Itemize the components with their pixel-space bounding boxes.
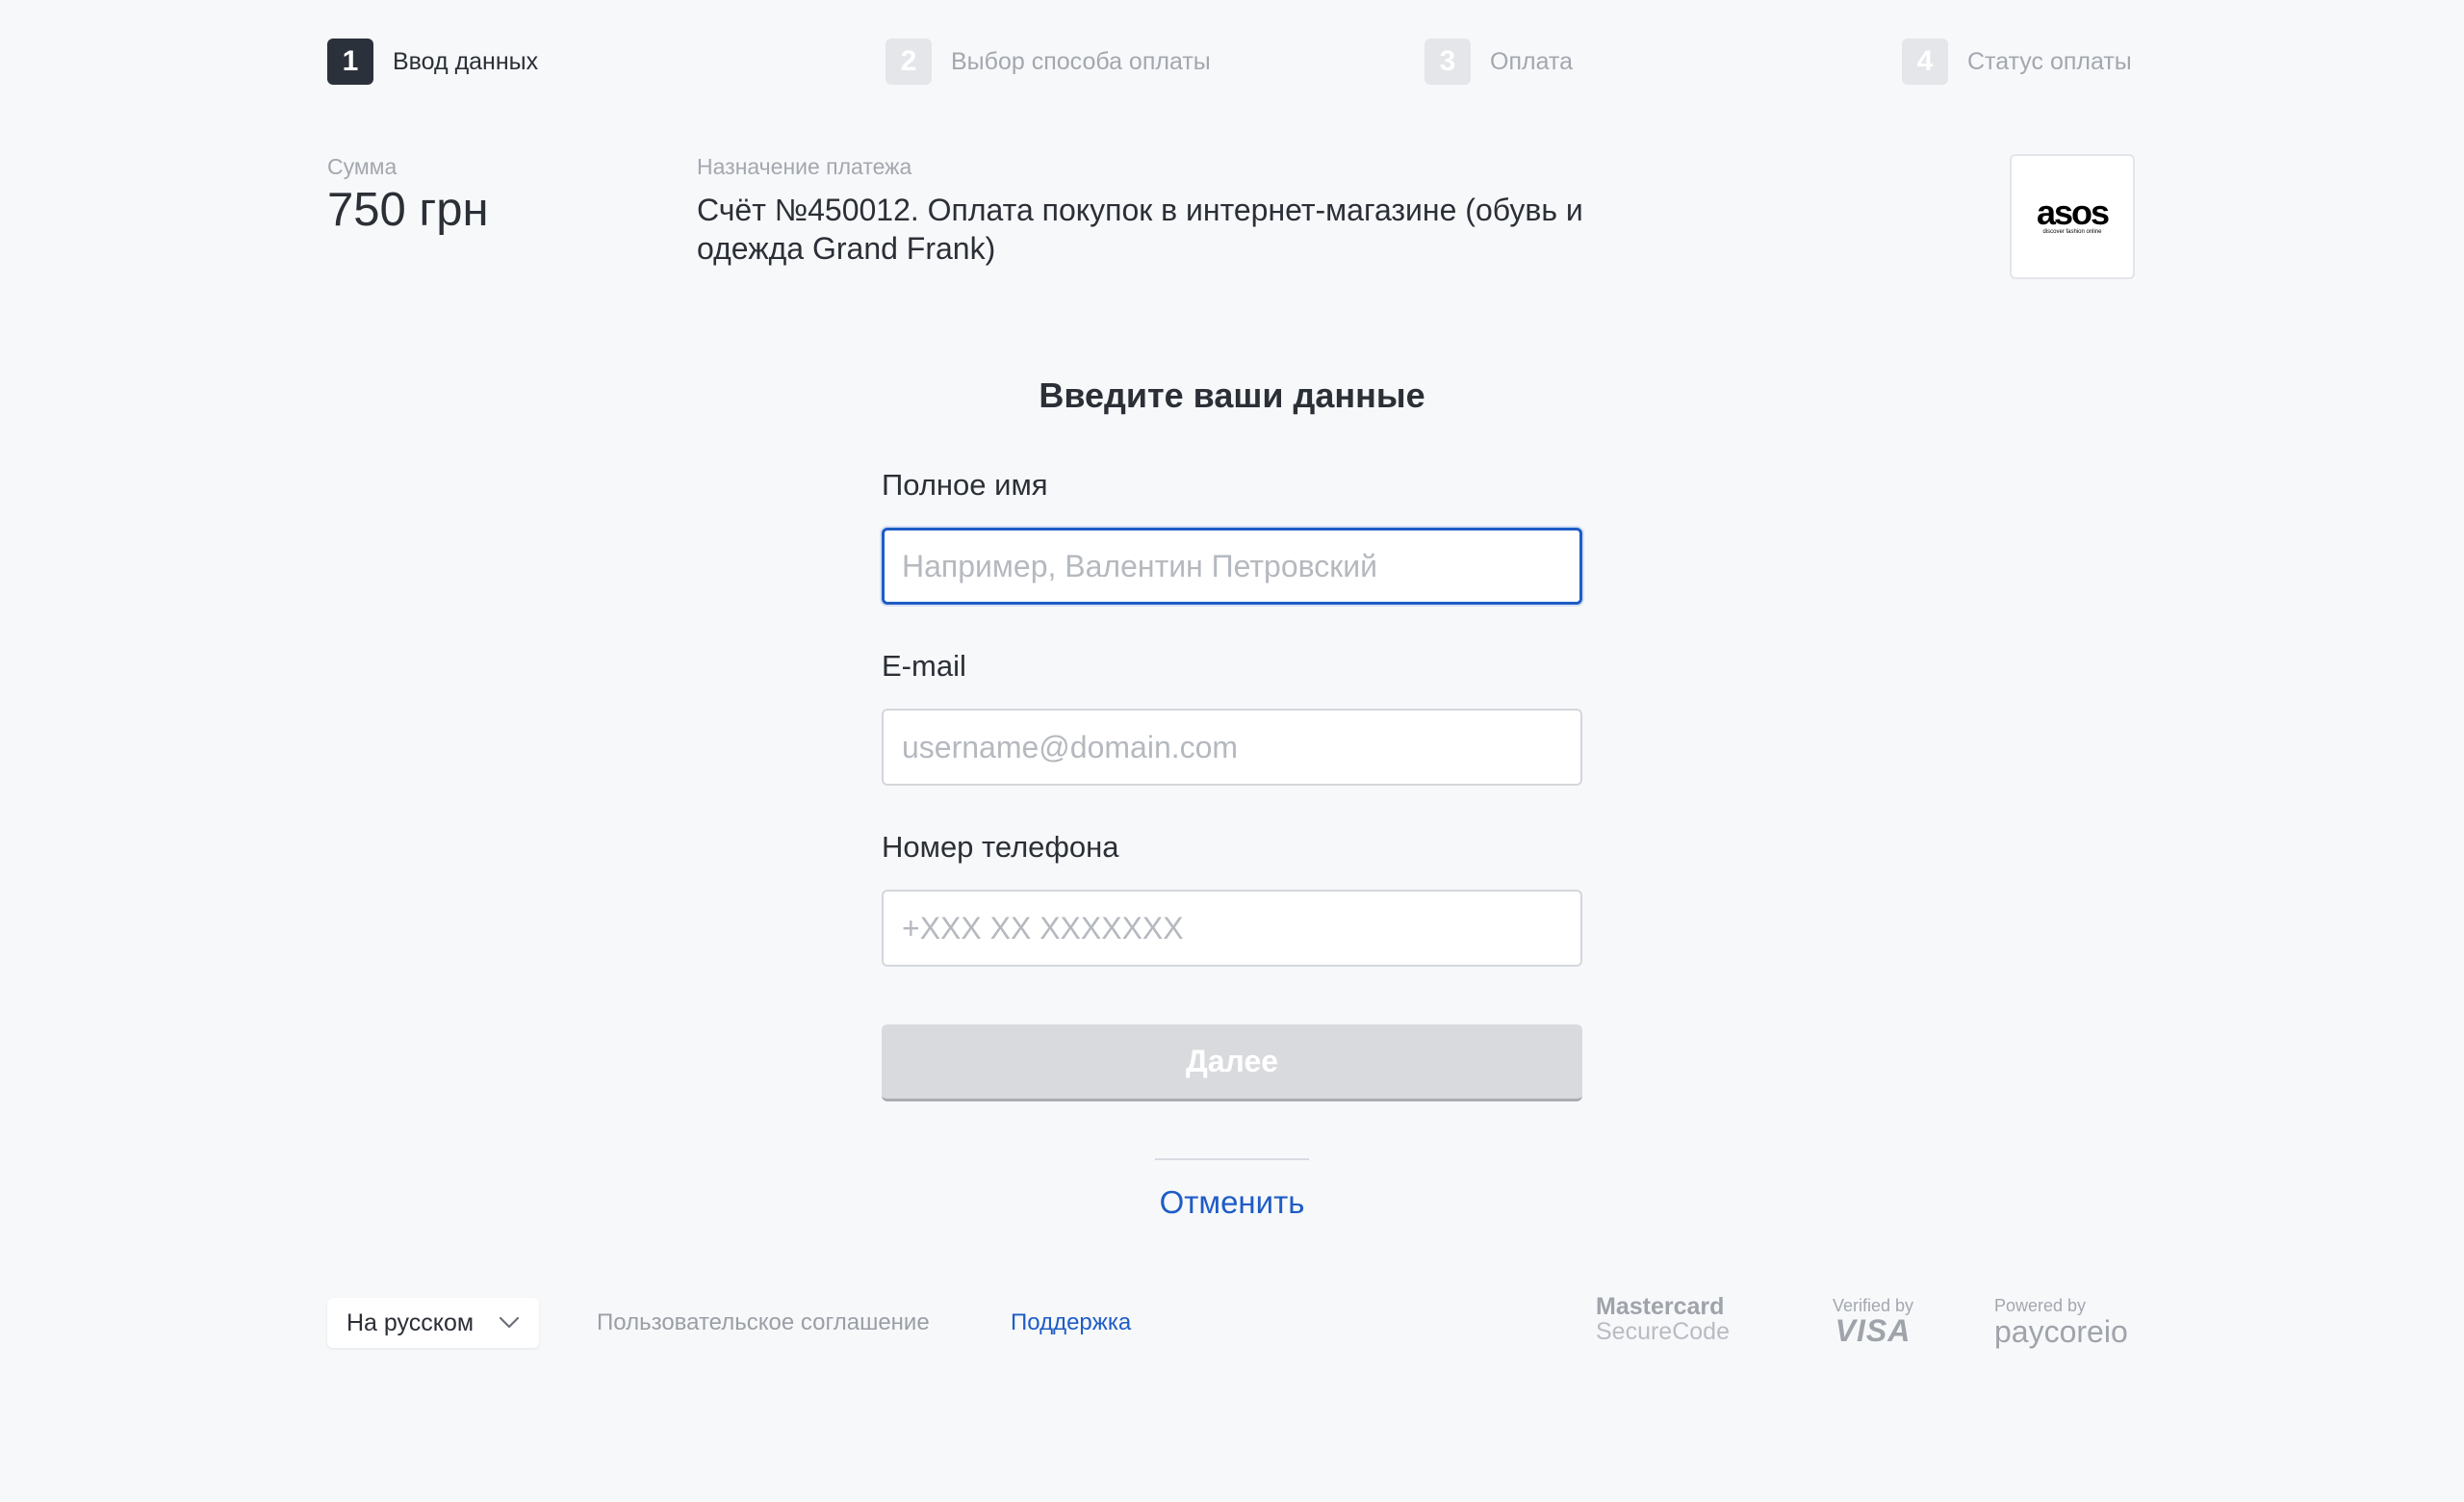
step-payment: 3 Оплата [1424, 39, 1573, 85]
payment-page: 1 Ввод данных 2 Выбор способа оплаты 3 О… [0, 0, 2464, 1502]
mastercard-badge-line1: Mastercard [1596, 1293, 1725, 1320]
full-name-label: Полное имя [882, 468, 1048, 502]
chevron-down-icon [499, 1316, 520, 1330]
full-name-input[interactable] [882, 528, 1582, 605]
step-enter-data: 1 Ввод данных [327, 39, 538, 85]
amount-value: 750 грн [327, 184, 489, 236]
paycore-badge-line1: Powered by [1994, 1296, 2087, 1315]
step-number-3: 3 [1424, 39, 1471, 85]
step-label-4: Статус оплаты [1967, 47, 2132, 75]
next-button[interactable]: Далее [882, 1024, 1582, 1101]
merchant-logo-tagline: discover fashion online [2042, 229, 2102, 235]
cancel-divider [1155, 1158, 1309, 1160]
step-label-3: Оплата [1490, 47, 1573, 75]
phone-label: Номер телефона [882, 830, 1119, 864]
email-label: E-mail [882, 649, 966, 683]
mastercard-badge-line2: SecureCode [1596, 1318, 1730, 1345]
amount-caption: Сумма [327, 154, 398, 179]
step-label-1: Ввод данных [393, 47, 539, 75]
paycore-badge-line2: paycoreio [1994, 1314, 2128, 1349]
purpose-value: Счёт №450012. Оплата покупок в интернет-… [697, 193, 1583, 266]
language-select-value: На русском [346, 1308, 475, 1336]
step-number-4: 4 [1902, 39, 1948, 85]
step-number-1: 1 [327, 39, 373, 85]
language-select[interactable]: На русском [327, 1298, 539, 1348]
step-label-2: Выбор способа оплаты [951, 47, 1211, 75]
email-input[interactable] [882, 709, 1582, 786]
visa-badge-line1: Verified by [1832, 1296, 1914, 1315]
mastercard-securecode-badge: Mastercard SecureCode [1596, 1294, 1730, 1344]
step-payment-status: 4 Статус оплаты [1902, 39, 2132, 85]
phone-input[interactable] [882, 890, 1582, 967]
purpose-caption: Назначение платежа [697, 154, 912, 179]
powered-by-paycore-badge: Powered by paycoreio [1994, 1296, 2128, 1348]
visa-badge-line2: VISA [1835, 1313, 1912, 1348]
form-title: Введите ваши данные [1039, 376, 1425, 415]
step-number-2: 2 [886, 39, 932, 85]
cancel-link[interactable]: Отменить [1116, 1184, 1348, 1221]
merchant-logo-wordmark: asos [2036, 193, 2110, 232]
step-payment-method: 2 Выбор способа оплаты [886, 39, 1211, 85]
terms-link[interactable]: Пользовательское соглашение [597, 1309, 930, 1336]
merchant-logo: asos discover fashion online [2010, 154, 2135, 279]
verified-by-visa-badge: Verified by VISA [1827, 1296, 1919, 1346]
support-link[interactable]: Поддержка [1011, 1309, 1131, 1336]
